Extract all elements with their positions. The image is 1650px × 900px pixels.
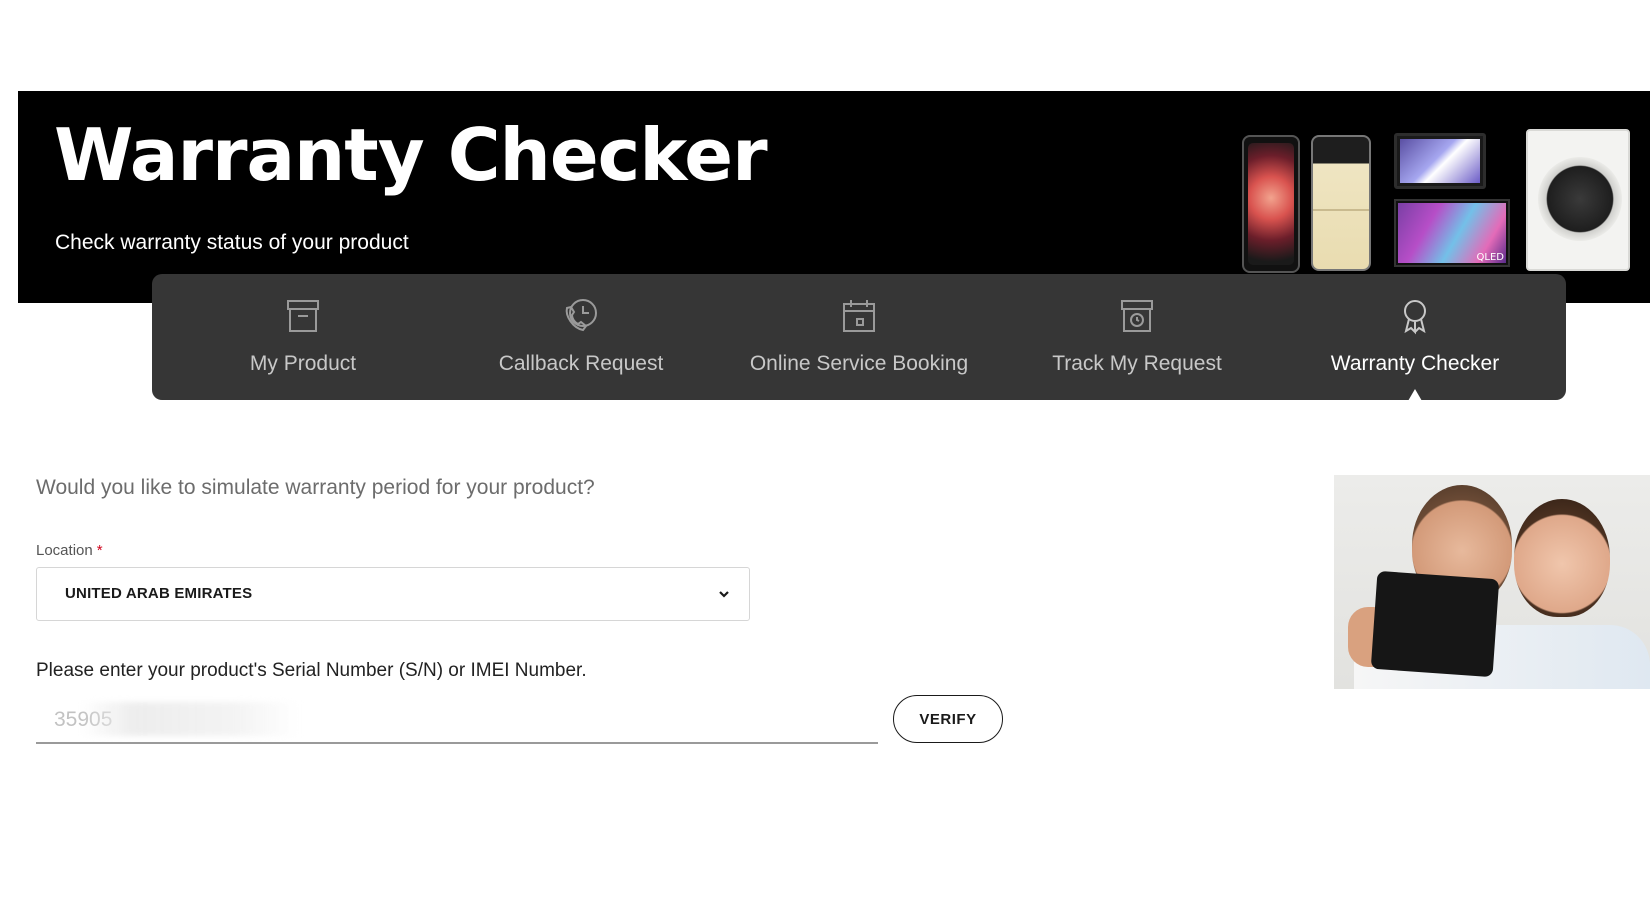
promo-photo: [1334, 475, 1650, 689]
flip-phone-image: [1242, 135, 1300, 273]
award-ribbon-icon: [1404, 300, 1426, 335]
nav-label: Warranty Checker: [1330, 352, 1500, 375]
calendar-icon: [843, 300, 875, 332]
service-nav: My Product Callback Request Online Servi…: [152, 274, 1566, 401]
chevron-down-icon: [719, 591, 729, 598]
active-indicator: [1408, 389, 1422, 401]
required-mark: *: [96, 542, 103, 559]
nav-label: Track My Request: [1052, 352, 1222, 375]
nav-label: Callback Request: [498, 352, 664, 375]
box-clock-icon: [1121, 300, 1153, 332]
tablet-image: [1394, 133, 1486, 189]
nav-label: Online Service Booking: [749, 352, 969, 375]
phone-clock-icon: [565, 299, 597, 332]
tv-badge: QLED: [1476, 252, 1504, 263]
nav-item-my-product[interactable]: My Product: [164, 274, 442, 400]
serial-input[interactable]: [36, 698, 878, 744]
foldable-phone-image: [1311, 135, 1371, 271]
washing-machine-image: [1526, 129, 1630, 271]
simulate-question: Would you like to simulate warranty peri…: [36, 476, 595, 499]
nav-item-online-service-booking[interactable]: Online Service Booking: [720, 274, 998, 400]
page-subtitle: Check warranty status of your product: [55, 231, 409, 254]
serial-prompt: Please enter your product's Serial Numbe…: [36, 660, 587, 681]
archive-box-icon: [287, 300, 319, 332]
hero-banner: Warranty Checker Check warranty status o…: [18, 91, 1650, 303]
page-title: Warranty Checker: [54, 113, 768, 197]
nav-item-callback-request[interactable]: Callback Request: [442, 274, 720, 400]
nav-label: My Product: [249, 352, 357, 375]
verify-button[interactable]: VERIFY: [893, 695, 1003, 743]
location-label: Location *: [36, 542, 103, 559]
location-label-text: Location: [36, 542, 93, 559]
nav-item-track-my-request[interactable]: Track My Request: [998, 274, 1276, 400]
location-select[interactable]: UNITED ARAB EMIRATES: [36, 567, 750, 621]
tv-image: QLED: [1394, 199, 1510, 267]
nav-item-warranty-checker[interactable]: Warranty Checker: [1276, 274, 1554, 401]
location-value: UNITED ARAB EMIRATES: [65, 585, 253, 602]
